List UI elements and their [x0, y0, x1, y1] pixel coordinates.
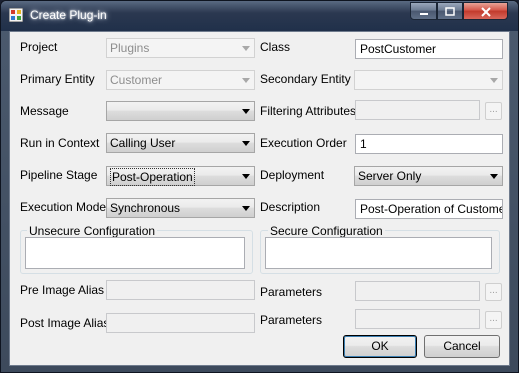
unsecure-configuration-label: Unsecure Configuration — [27, 224, 158, 238]
project-label: Project — [20, 40, 58, 54]
pre-image-parameters-field[interactable] — [355, 281, 480, 301]
project-dropdown[interactable]: Plugins — [106, 38, 255, 58]
post-image-parameters-field[interactable] — [355, 309, 480, 329]
secure-configuration-textarea[interactable] — [265, 237, 492, 269]
run-in-context-value: Calling User — [110, 136, 176, 150]
plugin-app-icon — [9, 8, 23, 22]
message-dropdown[interactable] — [106, 101, 255, 121]
close-icon — [480, 7, 491, 17]
execution-mode-label: Execution Mode — [20, 200, 107, 214]
secondary-entity-label: Secondary Entity — [260, 72, 351, 86]
close-button[interactable] — [463, 2, 508, 20]
primary-entity-value: Customer — [110, 73, 163, 87]
chevron-down-icon — [242, 206, 250, 211]
run-in-context-dropdown[interactable]: Calling User — [106, 133, 255, 153]
pipeline-stage-dropdown[interactable]: Post-Operation — [106, 166, 255, 186]
secure-configuration-label: Secure Configuration — [268, 224, 385, 238]
minimize-button[interactable] — [410, 2, 437, 20]
chevron-down-icon — [242, 141, 250, 146]
deployment-value: Server Only — [358, 169, 422, 183]
title-bar[interactable]: Create Plug-in — [1, 1, 518, 31]
filtering-attributes-label: Filtering Attributes — [260, 104, 357, 118]
chevron-down-icon — [242, 78, 250, 83]
deployment-label: Deployment — [260, 168, 325, 182]
post-image-parameters-label: Parameters — [260, 313, 323, 327]
cancel-button[interactable]: Cancel — [424, 335, 500, 358]
description-label: Description — [260, 200, 321, 214]
post-image-alias-field[interactable] — [106, 313, 255, 333]
minimize-icon — [419, 13, 428, 15]
project-value: Plugins — [110, 41, 150, 55]
message-label: Message — [20, 104, 69, 118]
execution-mode-dropdown[interactable]: Synchronous — [106, 198, 255, 218]
pre-image-alias-field[interactable] — [106, 280, 255, 300]
chevron-down-icon — [242, 46, 250, 51]
pre-image-parameters-label: Parameters — [260, 285, 323, 299]
primary-entity-label: Primary Entity — [20, 72, 95, 86]
class-label: Class — [260, 40, 291, 54]
pre-image-alias-label: Pre Image Alias — [20, 283, 105, 297]
maximize-icon — [445, 7, 455, 16]
chevron-down-icon — [490, 78, 498, 83]
ok-button[interactable]: OK — [343, 335, 417, 358]
pipeline-stage-label: Pipeline Stage — [20, 168, 98, 182]
pre-image-parameters-browse-button[interactable]: ... — [485, 283, 502, 301]
primary-entity-dropdown[interactable]: Customer — [106, 70, 255, 90]
run-in-context-label: Run in Context — [20, 136, 100, 150]
class-field[interactable]: PostCustomer — [355, 39, 503, 59]
deployment-dropdown[interactable]: Server Only — [354, 166, 503, 186]
post-image-alias-label: Post Image Alias — [20, 316, 110, 330]
create-plugin-window: Create Plug-in Project Plugins Class Pos… — [0, 0, 519, 373]
chevron-down-icon — [490, 174, 498, 179]
dialog-body: Project Plugins Class PostCustomer Prima… — [9, 31, 510, 366]
execution-mode-value: Synchronous — [110, 201, 181, 215]
chevron-down-icon — [242, 174, 250, 179]
unsecure-configuration-textarea[interactable] — [25, 237, 245, 269]
post-image-parameters-browse-button[interactable]: ... — [485, 311, 502, 329]
window-title: Create Plug-in — [30, 8, 107, 22]
execution-order-label: Execution Order — [260, 136, 347, 150]
description-field[interactable]: Post-Operation of Customer — [355, 199, 503, 219]
maximize-button[interactable] — [437, 2, 463, 20]
chevron-down-icon — [242, 109, 250, 114]
filtering-attributes-field[interactable] — [355, 100, 480, 120]
secondary-entity-dropdown[interactable] — [354, 70, 503, 90]
filtering-attributes-browse-button[interactable]: ... — [485, 102, 502, 120]
execution-order-field[interactable]: 1 — [355, 134, 503, 154]
pipeline-stage-value: Post-Operation — [110, 168, 195, 186]
